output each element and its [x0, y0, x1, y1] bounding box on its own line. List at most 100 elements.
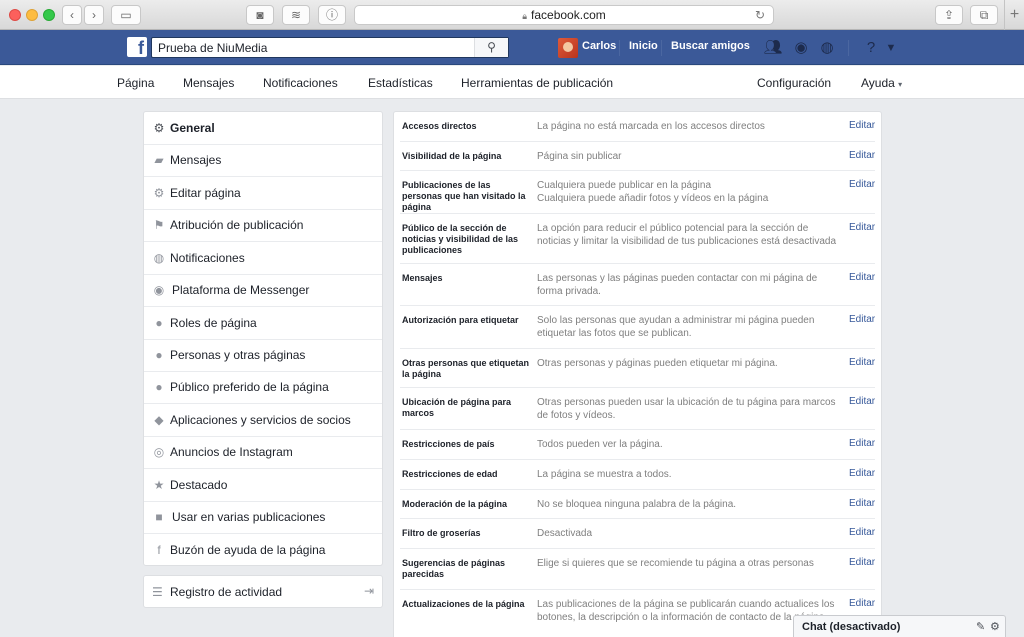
- tab-herramientas-publicacion[interactable]: Herramientas de publicación: [461, 76, 613, 90]
- sidebar-item-label: Plataforma de Messenger: [172, 283, 310, 297]
- setting-name: Sugerencias de páginas parecidas: [402, 558, 506, 579]
- setting-name: Actualizaciones de la página: [402, 599, 525, 609]
- search-input[interactable]: [152, 38, 472, 57]
- setting-name: Visibilidad de la página: [402, 151, 502, 161]
- friend-requests-icon[interactable]: 👥︎: [763, 38, 783, 58]
- edit-link[interactable]: Editar: [849, 314, 875, 325]
- table-row: Publicaciones de las personas que han vi…: [400, 171, 875, 214]
- sidebar-item-mensajes[interactable]: ▰ Mensajes: [144, 144, 382, 177]
- setting-name: Publicaciones de las personas que han vi…: [402, 180, 526, 212]
- edit-link[interactable]: Editar: [849, 598, 875, 609]
- lock-icon: 🔒︎: [522, 11, 528, 21]
- sidebar-item-varias-publicaciones[interactable]: ■ Usar en varias publicaciones: [144, 501, 382, 534]
- edit-link[interactable]: Editar: [849, 357, 875, 368]
- profile-link[interactable]: Carlos: [582, 40, 616, 52]
- pocket-icon[interactable]: ◙: [246, 5, 274, 25]
- divider: [619, 40, 620, 56]
- table-row: Mensajes Las personas y las páginas pued…: [400, 264, 875, 306]
- zoom-window-button[interactable]: [43, 9, 55, 21]
- browser-toolbar: ‹ › ▭ ◙ ≋ ⓘ 🔒︎ facebook.com ↻ ⇪ ⧉ +: [0, 0, 1024, 30]
- tabs-overview-icon[interactable]: ⧉: [970, 5, 998, 25]
- chat-tab[interactable]: Chat (desactivado) ✎ ⚙: [793, 615, 1006, 637]
- edit-link[interactable]: Editar: [849, 438, 875, 449]
- setting-name: Accesos directos: [402, 121, 477, 131]
- reload-icon[interactable]: ↻: [755, 6, 765, 24]
- sidebar-item-editar-pagina[interactable]: ⚙ Editar página: [144, 177, 382, 210]
- gear-icon[interactable]: ⚙: [990, 620, 1000, 633]
- layers-icon[interactable]: ≋: [282, 5, 310, 25]
- table-row: Otras personas que etiquetan la página O…: [400, 349, 875, 388]
- sidebar-item-buzon-ayuda[interactable]: f Buzón de ayuda de la página: [144, 534, 382, 567]
- edit-link[interactable]: Editar: [849, 527, 875, 538]
- sidebar-item-destacado[interactable]: ★ Destacado: [144, 469, 382, 502]
- facebook-logo-icon[interactable]: f: [127, 37, 147, 57]
- compose-icon[interactable]: ✎: [976, 620, 985, 633]
- sidebar-item-label: Buzón de ayuda de la página: [170, 543, 326, 557]
- avatar[interactable]: [558, 38, 578, 58]
- sidebar-item-instagram[interactable]: ◎ Anuncios de Instagram: [144, 436, 382, 469]
- setting-value: La página se muestra a todos.: [537, 469, 672, 480]
- sidebar-item-messenger[interactable]: ◉ Plataforma de Messenger: [144, 274, 382, 307]
- tab-pagina[interactable]: Página: [117, 76, 154, 90]
- person-add-icon: ●: [155, 380, 163, 394]
- tab-mensajes[interactable]: Mensajes: [183, 76, 234, 90]
- edit-link[interactable]: Editar: [849, 468, 875, 479]
- edit-link[interactable]: Editar: [849, 222, 875, 233]
- home-link[interactable]: Inicio: [629, 40, 658, 52]
- table-row: Sugerencias de páginas parecidas Elige s…: [400, 549, 875, 590]
- list-icon: ☰: [152, 585, 163, 599]
- edit-link[interactable]: Editar: [849, 396, 875, 407]
- setting-name: Autorización para etiquetar: [402, 315, 519, 325]
- account-menu-chevron-down-icon[interactable]: ▼: [881, 38, 901, 58]
- search-button[interactable]: ⚲: [474, 38, 508, 57]
- activity-log-link[interactable]: ☰ Registro de actividad ⇥: [143, 575, 383, 608]
- edit-link[interactable]: Editar: [849, 498, 875, 509]
- activity-log-label: Registro de actividad: [170, 585, 283, 599]
- sidebar-item-publico-preferido[interactable]: ● Público preferido de la página: [144, 371, 382, 404]
- share-icon[interactable]: ⇪: [935, 5, 963, 25]
- sidebar-item-atribucion[interactable]: ⚑ Atribución de publicación: [144, 209, 382, 242]
- notifications-globe-icon[interactable]: ◍: [817, 38, 837, 58]
- sidebar-toggle-icon[interactable]: ▭: [111, 5, 141, 25]
- edit-link[interactable]: Editar: [849, 179, 875, 190]
- setting-name: Ubicación de página para marcos: [402, 397, 512, 418]
- close-window-button[interactable]: [9, 9, 21, 21]
- url-text: facebook.com: [531, 8, 606, 22]
- sidebar-item-general[interactable]: ⚙ General: [144, 112, 382, 145]
- messenger-icon[interactable]: ◉: [791, 38, 811, 58]
- chat-label: Chat (desactivado): [802, 621, 901, 633]
- find-friends-link[interactable]: Buscar amigos: [671, 40, 750, 52]
- chat-bubbles-icon: ▰: [154, 153, 164, 167]
- sidebar-item-label: Atribución de publicación: [170, 218, 304, 232]
- sidebar-item-label: Aplicaciones y servicios de socios: [170, 413, 351, 427]
- sidebar-item-personas[interactable]: ● Personas y otras páginas: [144, 339, 382, 372]
- table-row: Autorización para etiquetar Solo las per…: [400, 306, 875, 349]
- address-bar[interactable]: 🔒︎ facebook.com ↻: [354, 5, 774, 25]
- edit-link[interactable]: Editar: [849, 120, 875, 131]
- tab-configuracion[interactable]: Configuración: [757, 76, 831, 90]
- tab-notificaciones[interactable]: Notificaciones: [263, 76, 338, 90]
- tab-estadisticas[interactable]: Estadísticas: [368, 76, 433, 90]
- new-tab-button[interactable]: +: [1004, 0, 1024, 30]
- sidebar-item-label: Público preferido de la página: [170, 380, 329, 394]
- minimize-window-button[interactable]: [26, 9, 38, 21]
- help-icon[interactable]: ?: [861, 38, 881, 58]
- edit-link[interactable]: Editar: [849, 557, 875, 568]
- facebook-topbar: f ⚲ Carlos Inicio Buscar amigos 👥︎ ◉ ◍ ?…: [0, 30, 1024, 65]
- sidebar-item-aplicaciones[interactable]: ◆ Aplicaciones y servicios de socios: [144, 404, 382, 437]
- setting-value: La página no está marcada en los accesos…: [537, 121, 765, 132]
- sidebar-item-label: Usar en varias publicaciones: [172, 510, 326, 524]
- setting-value: Elige si quieres que se recomiende tu pá…: [537, 558, 814, 569]
- edit-link[interactable]: Editar: [849, 150, 875, 161]
- sidebar-item-notificaciones[interactable]: ◍ Notificaciones: [144, 242, 382, 275]
- extension-icon[interactable]: ⓘ: [318, 5, 346, 25]
- edit-link[interactable]: Editar: [849, 272, 875, 283]
- tab-ayuda[interactable]: Ayuda ▾: [861, 76, 902, 90]
- sidebar-item-label: Editar página: [170, 186, 241, 200]
- forward-icon[interactable]: ›: [84, 5, 104, 25]
- sidebar-item-roles[interactable]: ● Roles de página: [144, 307, 382, 340]
- globe-icon: ◍: [153, 251, 165, 265]
- setting-value: Desactivada: [537, 528, 593, 539]
- table-row: Público de la sección de noticias y visi…: [400, 214, 875, 264]
- back-icon[interactable]: ‹: [62, 5, 82, 25]
